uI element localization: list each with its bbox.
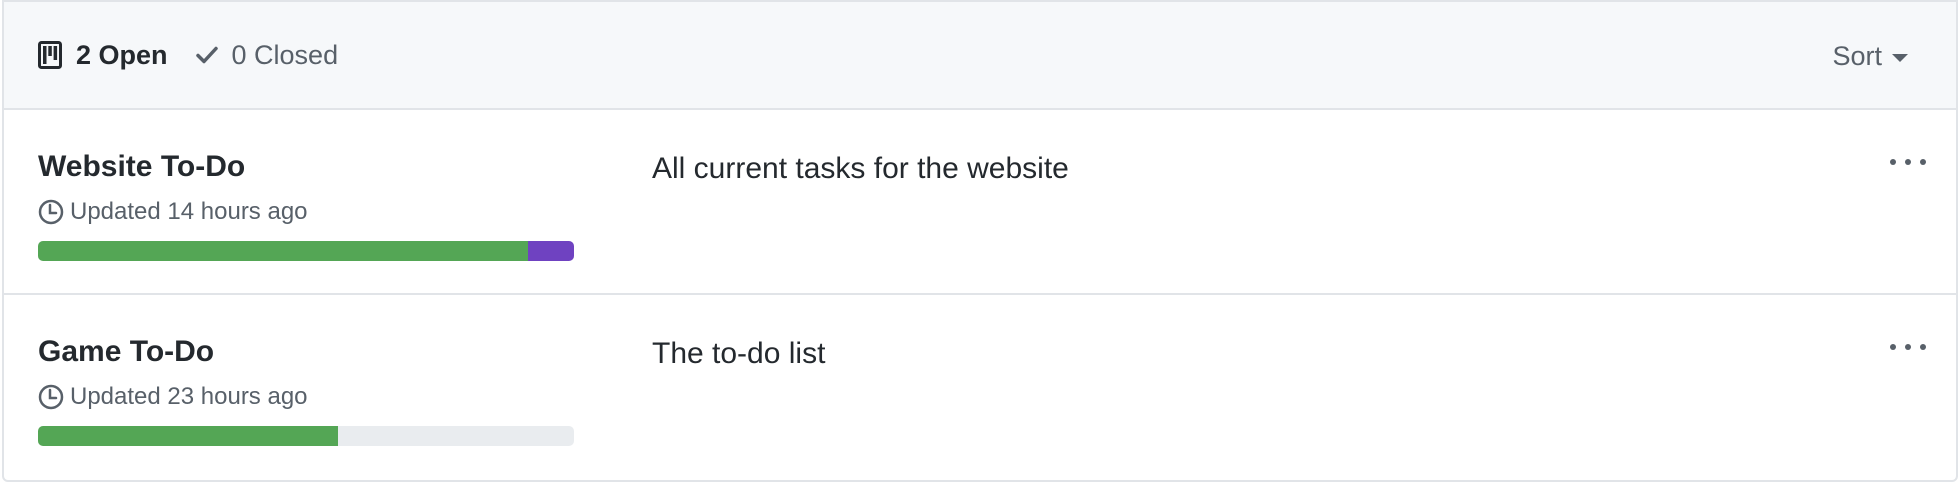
progress-done-segment bbox=[38, 426, 339, 446]
project-description: The to-do list bbox=[652, 337, 826, 370]
sort-label: Sort bbox=[1832, 40, 1882, 71]
project-progress-bar bbox=[38, 241, 574, 261]
progress-done-segment bbox=[38, 241, 529, 261]
project-progress-bar bbox=[38, 426, 574, 446]
caret-down-icon bbox=[1892, 53, 1908, 62]
kebab-horizontal-icon bbox=[1890, 159, 1896, 165]
kebab-horizontal-icon bbox=[1890, 344, 1896, 350]
open-filter[interactable]: 2 Open bbox=[38, 40, 168, 71]
projects-panel: 2 Open 0 Closed Sort Website To-Do Updat… bbox=[2, 0, 1958, 482]
closed-count-label: 0 Closed bbox=[231, 39, 339, 70]
project-row: Game To-Do Updated 23 hours ago The to-d… bbox=[4, 295, 1956, 480]
updated-text: Updated 23 hours ago bbox=[70, 383, 308, 410]
clock-icon bbox=[38, 384, 64, 410]
open-count-label: 2 Open bbox=[76, 39, 168, 70]
sort-dropdown[interactable]: Sort bbox=[1832, 2, 1908, 110]
project-description: All current tasks for the website bbox=[652, 152, 1069, 185]
closed-filter[interactable]: 0 Closed bbox=[195, 39, 339, 71]
project-title-link[interactable]: Game To-Do bbox=[38, 335, 214, 369]
progress-in-progress-segment bbox=[528, 241, 574, 261]
project-updated: Updated 23 hours ago bbox=[38, 383, 308, 411]
projects-header: 2 Open 0 Closed Sort bbox=[4, 2, 1956, 110]
project-board-icon bbox=[38, 41, 62, 69]
more-options-button[interactable] bbox=[1890, 150, 1926, 174]
project-updated: Updated 14 hours ago bbox=[38, 198, 308, 226]
clock-icon bbox=[38, 199, 64, 225]
check-icon bbox=[195, 46, 218, 64]
updated-text: Updated 14 hours ago bbox=[70, 198, 308, 225]
project-title-link[interactable]: Website To-Do bbox=[38, 150, 245, 184]
project-row: Website To-Do Updated 14 hours ago All c… bbox=[4, 110, 1956, 295]
more-options-button[interactable] bbox=[1890, 335, 1926, 359]
